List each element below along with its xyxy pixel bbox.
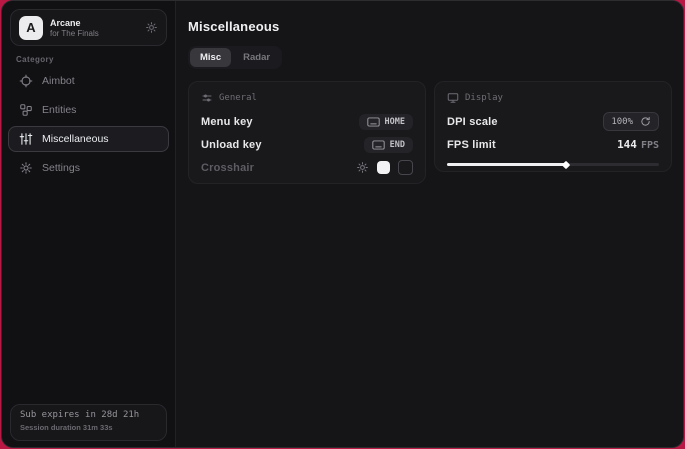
app-window: A Arcane for The Finals Category [1,0,684,448]
general-card: General Menu key HOME Unload key [188,81,426,184]
crosshair-controls [356,160,413,175]
user-card: A Arcane for The Finals [10,9,167,46]
app-name: Arcane [50,18,138,28]
display-card: Display DPI scale 100% FPS limit [434,81,672,172]
fps-unit: FPS [641,140,659,151]
dpi-scale-row: DPI scale 100% [447,110,659,133]
gear-icon[interactable] [145,21,158,34]
desktop-background: { "app": { "name": "Arcane", "subtitle":… [0,0,685,449]
fps-limit-slider[interactable] [447,163,659,166]
unload-key-row: Unload key END [201,133,413,156]
user-meta: Arcane for The Finals [50,18,138,38]
sub-expiry-text: Sub expires in 28d 21h [20,410,157,420]
session-duration-text: Session duration 31m 33s [20,423,157,432]
category-label: Category [16,55,54,64]
sidebar-item-settings[interactable]: Settings [8,155,169,181]
sidebar-item-label: Entities [42,104,76,116]
general-card-header: General [201,90,413,106]
display-card-header: Display [447,90,659,106]
fps-limit-label: FPS limit [447,139,496,151]
unload-key-label: Unload key [201,139,262,151]
tab-misc[interactable]: Misc [190,48,231,67]
subscription-status-card: Sub expires in 28d 21h Session duration … [10,404,167,441]
general-card-title: General [219,93,257,103]
sidebar-item-label: Miscellaneous [42,133,109,145]
fps-number: 144 [617,138,637,151]
keyboard-icon [367,117,380,127]
sliders-icon [201,92,213,104]
menu-key-value: HOME [385,117,405,127]
crosshair-checkbox[interactable] [398,160,413,175]
sliders-icon [19,132,33,146]
reset-icon[interactable] [640,116,651,127]
fps-limit-value: 144 FPS [617,138,659,151]
crosshair-color-swatch[interactable] [377,161,390,174]
dpi-scale-label: DPI scale [447,116,498,128]
sidebar-item-label: Aimbot [42,75,75,87]
menu-key-bind-button[interactable]: HOME [359,114,413,130]
fps-limit-row: FPS limit 144 FPS [447,133,659,156]
dpi-scale-value: 100% [611,117,633,127]
avatar: A [19,16,43,40]
entities-icon [19,103,33,117]
sidebar-item-entities[interactable]: Entities [8,97,169,123]
tab-radar[interactable]: Radar [233,48,280,67]
sidebar: A Arcane for The Finals Category [2,1,176,447]
sidebar-item-aimbot[interactable]: Aimbot [8,68,169,94]
gear-icon [19,161,33,175]
app-subtitle: for The Finals [50,29,138,38]
slider-fill [447,163,566,166]
page-title: Miscellaneous [188,19,279,34]
display-card-title: Display [465,93,503,103]
crosshair-row: Crosshair [201,156,413,179]
main-content: Miscellaneous Misc Radar General Menu ke… [177,1,683,447]
keyboard-icon [372,140,385,150]
dpi-scale-control[interactable]: 100% [603,112,659,131]
crosshair-icon [19,74,33,88]
sidebar-nav: Aimbot Entities [8,68,169,181]
sidebar-item-miscellaneous[interactable]: Miscellaneous [8,126,169,152]
monitor-icon [447,92,459,104]
crosshair-label: Crosshair [201,162,254,174]
tab-bar: Misc Radar [188,46,282,69]
unload-key-value: END [390,140,405,150]
menu-key-label: Menu key [201,116,253,128]
menu-key-row: Menu key HOME [201,110,413,133]
sidebar-item-label: Settings [42,162,80,174]
gear-icon[interactable] [356,161,369,174]
slider-thumb[interactable] [561,160,569,168]
unload-key-bind-button[interactable]: END [364,137,413,153]
